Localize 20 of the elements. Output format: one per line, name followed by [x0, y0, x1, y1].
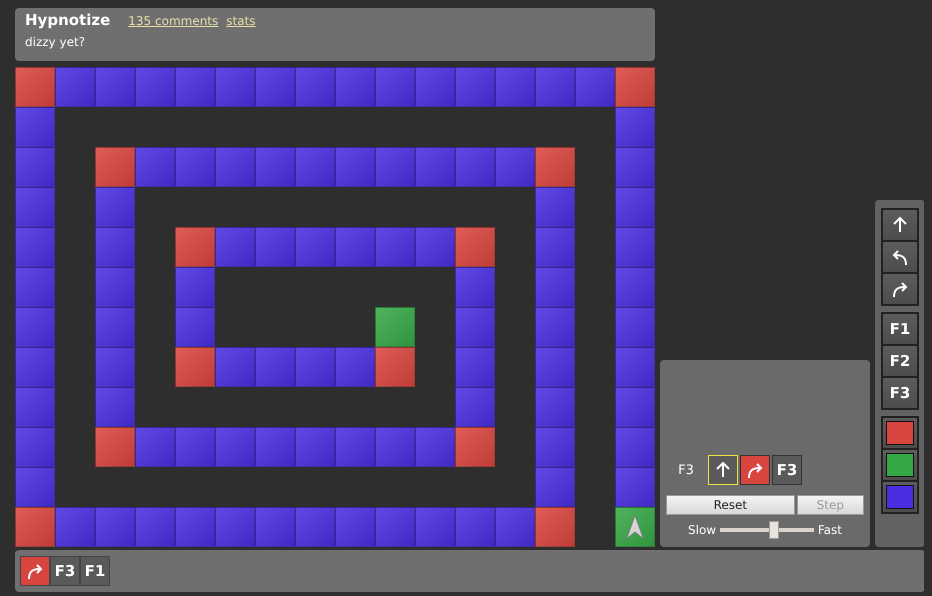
function-button[interactable]: F1: [882, 313, 918, 345]
fast-label: Fast: [818, 523, 842, 537]
right-command-button[interactable]: [882, 273, 918, 305]
slider-thumb[interactable]: [769, 521, 780, 539]
function-label: F3: [677, 462, 695, 478]
reset-button[interactable]: Reset: [666, 495, 795, 515]
slow-label: Slow: [688, 523, 716, 537]
left-command-button[interactable]: [882, 241, 918, 273]
robot-arrow-icon: [625, 514, 645, 540]
function-button[interactable]: F3: [882, 377, 918, 409]
stack-item: F3: [50, 556, 80, 586]
comments-link[interactable]: 135 comments: [128, 14, 218, 28]
program-slot[interactable]: F3: [772, 455, 802, 485]
forward-command-button[interactable]: [882, 209, 918, 241]
puzzle-title: Hypnotize: [25, 11, 110, 29]
stats-link[interactable]: stats: [226, 14, 256, 28]
program-slot[interactable]: [740, 455, 770, 485]
function-button[interactable]: F2: [882, 345, 918, 377]
stack-item: F1: [80, 556, 110, 586]
puzzle-description: dizzy yet?: [25, 35, 86, 49]
